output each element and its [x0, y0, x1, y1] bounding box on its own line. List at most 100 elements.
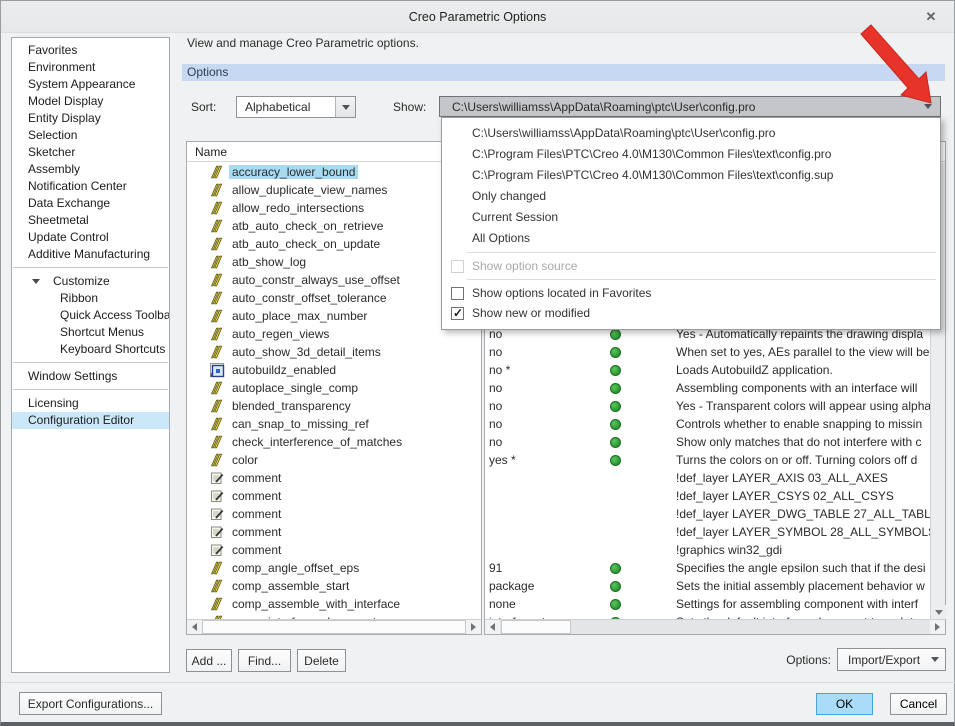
- sidebar-item[interactable]: Shortcut Menus: [12, 324, 169, 341]
- table-row[interactable]: !def_layer LAYER_DWG_TABLE 27_ALL_TABLES: [485, 505, 930, 523]
- sidebar-item[interactable]: Notification Center: [12, 178, 169, 195]
- show-new-modified-checkbox[interactable]: [451, 307, 464, 320]
- sidebar-item[interactable]: Sketcher: [12, 144, 169, 161]
- sidebar-item[interactable]: Configuration Editor: [12, 412, 169, 429]
- dropdown-option[interactable]: C:\Users\williamss\AppData\Roaming\ptc\U…: [442, 123, 940, 144]
- dropdown-option[interactable]: Current Session: [442, 207, 940, 228]
- sort-dropdown-button[interactable]: [335, 97, 355, 117]
- sidebar-item[interactable]: [13, 358, 168, 368]
- sidebar-item[interactable]: Data Exchange: [12, 195, 169, 212]
- sidebar-item[interactable]: Environment: [12, 59, 169, 76]
- sidebar-item[interactable]: Licensing: [12, 395, 169, 412]
- table-row[interactable]: blended_transparency: [187, 397, 481, 415]
- table-row[interactable]: atb_auto_check_on_update: [187, 235, 481, 253]
- table-row[interactable]: atb_show_log: [187, 253, 481, 271]
- show-favorites-checkbox[interactable]: [451, 287, 464, 300]
- table-row[interactable]: 91 Specifies the angle epsilon such that…: [485, 559, 930, 577]
- table-row[interactable]: check_interference_of_matches: [187, 433, 481, 451]
- delete-button[interactable]: Delete: [297, 649, 346, 672]
- sidebar-item[interactable]: Favorites: [12, 42, 169, 59]
- scroll-left-icon[interactable]: [485, 620, 500, 634]
- table-row[interactable]: autoplace_single_comp: [187, 379, 481, 397]
- table-row[interactable]: none Settings for assembling component w…: [485, 595, 930, 613]
- table-row[interactable]: can_snap_to_missing_ref: [187, 415, 481, 433]
- sidebar-item[interactable]: Update Control: [12, 229, 169, 246]
- sidebar-item[interactable]: Customize: [12, 273, 169, 290]
- sidebar-item[interactable]: Assembly: [12, 161, 169, 178]
- table-row[interactable]: auto_regen_views: [187, 325, 481, 343]
- option-type-icon: [210, 543, 224, 557]
- dropdown-option[interactable]: All Options: [442, 228, 940, 249]
- table-row[interactable]: !def_layer LAYER_CSYS 02_ALL_CSYS: [485, 487, 930, 505]
- table-row[interactable]: auto_show_3d_detail_items: [187, 343, 481, 361]
- sidebar-item[interactable]: Ribbon: [12, 290, 169, 307]
- sidebar-item[interactable]: Additive Manufacturing: [12, 246, 169, 263]
- sidebar-item-label: Update Control: [28, 230, 109, 244]
- scrollbar-thumb[interactable]: [501, 620, 571, 634]
- sidebar-item[interactable]: System Appearance: [12, 76, 169, 93]
- add-button[interactable]: Add ...: [186, 649, 232, 672]
- option-value: 91: [489, 561, 606, 575]
- table-row[interactable]: !def_layer LAYER_AXIS 03_ALL_AXES: [485, 469, 930, 487]
- scroll-right-icon[interactable]: [466, 620, 481, 634]
- option-name: autobuildz_enabled: [229, 363, 339, 377]
- table-row[interactable]: no * Loads AutobuildZ application.: [485, 361, 930, 379]
- table-row[interactable]: auto_constr_offset_tolerance: [187, 289, 481, 307]
- sidebar-item[interactable]: [13, 385, 168, 395]
- scroll-right-icon[interactable]: [930, 620, 945, 634]
- dropdown-option[interactable]: C:\Program Files\PTC\Creo 4.0\M130\Commo…: [442, 165, 940, 186]
- find-button[interactable]: Find...: [238, 649, 291, 672]
- import-export-dropdown[interactable]: Import/Export: [837, 648, 946, 671]
- scroll-down-icon[interactable]: [931, 605, 946, 619]
- sidebar-item[interactable]: Keyboard Shortcuts: [12, 341, 169, 358]
- checkbox-row[interactable]: Show new or modified: [442, 303, 940, 323]
- cancel-button[interactable]: Cancel: [890, 693, 947, 715]
- scroll-left-icon[interactable]: [187, 620, 202, 634]
- table-row[interactable]: no Show only matches that do not interfe…: [485, 433, 930, 451]
- table-row[interactable]: comment: [187, 487, 481, 505]
- dropdown-option[interactable]: Only changed: [442, 186, 940, 207]
- table-row[interactable]: comment: [187, 541, 481, 559]
- table-row[interactable]: no When set to yes, AEs parallel to the …: [485, 343, 930, 361]
- sidebar-item[interactable]: Sheetmetal: [12, 212, 169, 229]
- table-row[interactable]: yes * Turns the colors on or off. Turnin…: [485, 451, 930, 469]
- value-pane-hscrollbar[interactable]: [485, 619, 945, 634]
- table-row[interactable]: allow_redo_intersections: [187, 199, 481, 217]
- name-pane-hscrollbar[interactable]: [187, 619, 481, 634]
- table-row[interactable]: color: [187, 451, 481, 469]
- sidebar-item[interactable]: Window Settings: [12, 368, 169, 385]
- option-type-icon: [210, 453, 224, 467]
- checkbox-row[interactable]: Show options located in Favorites: [442, 283, 940, 303]
- table-row[interactable]: atb_auto_check_on_retrieve: [187, 217, 481, 235]
- sort-combobox[interactable]: Alphabetical: [236, 96, 356, 118]
- table-row[interactable]: comp_assemble_with_interface: [187, 595, 481, 613]
- table-row[interactable]: comp_angle_offset_eps: [187, 559, 481, 577]
- table-row[interactable]: !def_layer LAYER_SYMBOL 28_ALL_SYMBOLS: [485, 523, 930, 541]
- dropdown-option[interactable]: C:\Program Files\PTC\Creo 4.0\M130\Commo…: [442, 144, 940, 165]
- sidebar-item[interactable]: [13, 263, 168, 273]
- table-row[interactable]: accuracy_lower_bound: [187, 163, 481, 181]
- table-row[interactable]: comment: [187, 505, 481, 523]
- table-row[interactable]: !graphics win32_gdi: [485, 541, 930, 559]
- table-row[interactable]: allow_duplicate_view_names: [187, 181, 481, 199]
- table-row[interactable]: comment: [187, 469, 481, 487]
- sidebar-item[interactable]: Model Display: [12, 93, 169, 110]
- table-row[interactable]: auto_constr_always_use_offset: [187, 271, 481, 289]
- scrollbar-thumb[interactable]: [202, 620, 466, 634]
- ok-button[interactable]: OK: [816, 693, 873, 715]
- table-row[interactable]: no Assembling components with an interfa…: [485, 379, 930, 397]
- table-row[interactable]: auto_place_max_number: [187, 307, 481, 325]
- sidebar-item[interactable]: Selection: [12, 127, 169, 144]
- sidebar-item[interactable]: Entity Display: [12, 110, 169, 127]
- export-configurations-button[interactable]: Export Configurations...: [19, 692, 162, 715]
- sidebar-item-label: Favorites: [28, 43, 77, 57]
- table-row[interactable]: comp_assemble_start: [187, 577, 481, 595]
- table-row[interactable]: no Yes - Transparent colors will appear …: [485, 397, 930, 415]
- checkbox-row[interactable]: Show option source: [442, 256, 940, 276]
- table-row[interactable]: autobuildz_enabled: [187, 361, 481, 379]
- table-row[interactable]: no Controls whether to enable snapping t…: [485, 415, 930, 433]
- option-type-icon: [210, 399, 224, 413]
- table-row[interactable]: comment: [187, 523, 481, 541]
- table-row[interactable]: package Sets the initial assembly placem…: [485, 577, 930, 595]
- sidebar-item[interactable]: Quick Access Toolbar: [12, 307, 169, 324]
